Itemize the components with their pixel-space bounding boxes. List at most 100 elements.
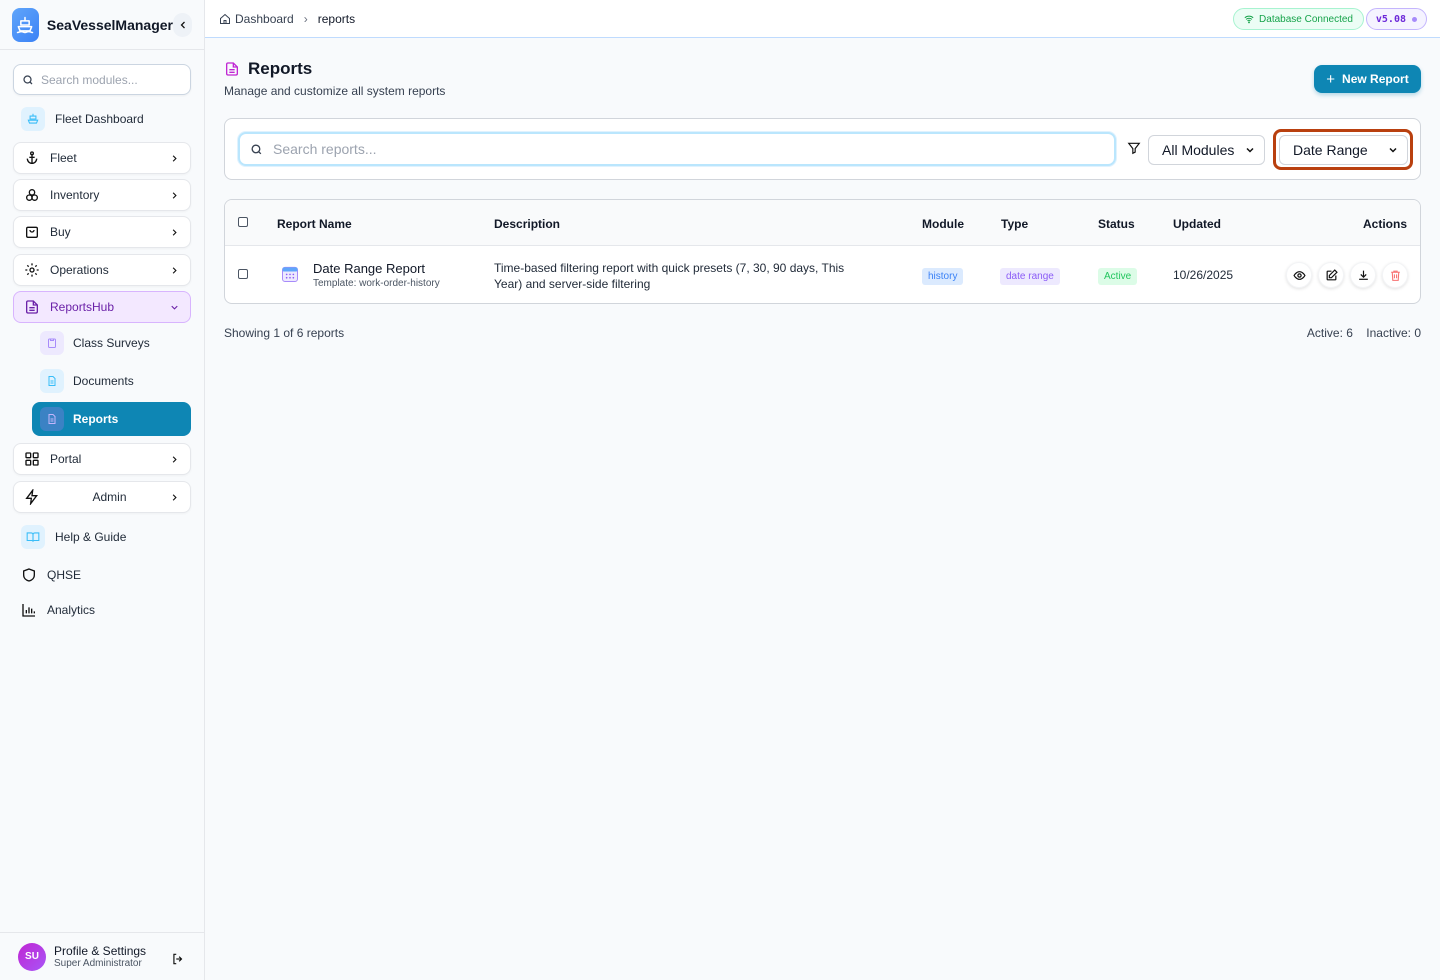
sidebar-item-label: QHSE xyxy=(47,568,82,582)
report-name[interactable]: Date Range Report xyxy=(313,261,440,276)
status-dot xyxy=(1412,16,1417,22)
column-header: Description xyxy=(494,217,561,231)
new-report-label: New Report xyxy=(1342,72,1409,86)
page-subtitle: Manage and customize all system reports xyxy=(224,84,446,98)
edit-button[interactable] xyxy=(1318,262,1344,288)
sidebar-item-inventory[interactable]: Inventory xyxy=(13,179,191,211)
edit-icon xyxy=(1326,268,1338,280)
type-badge: date range xyxy=(1000,268,1060,285)
sidebar-item-label: Help & Guide xyxy=(55,530,127,544)
sidebar-item-admin[interactable]: Admin xyxy=(13,481,191,513)
chevron-right-icon xyxy=(172,455,177,463)
reports-table: Report Name Description Module Type Stat… xyxy=(224,199,1421,304)
home-icon xyxy=(220,13,230,24)
clipboard-icon xyxy=(40,331,64,355)
type-select[interactable]: Date Range xyxy=(1279,135,1408,165)
sidebar-item-fleet-dashboard[interactable]: Fleet Dashboard xyxy=(13,103,191,135)
breadcrumb-home[interactable]: Dashboard xyxy=(219,12,294,26)
plus-icon: + xyxy=(1326,70,1336,88)
table-header: Report Name Description Module Type Stat… xyxy=(225,200,1420,246)
page-title-text: Reports xyxy=(248,59,313,78)
brand-name: SeaVesselManager xyxy=(46,16,173,33)
sidebar-item-reportshub[interactable]: ReportsHub xyxy=(13,291,191,323)
new-report-button[interactable]: + New Report xyxy=(1314,65,1421,93)
sidebar-subitem-documents[interactable]: Documents xyxy=(32,364,191,398)
download-button[interactable] xyxy=(1350,262,1376,288)
top-bar: Dashboard › reports Database Connected v… xyxy=(205,0,1440,38)
report-search-input[interactable] xyxy=(273,141,1073,157)
book-icon xyxy=(21,525,45,549)
sidebar-item-help[interactable]: Help & Guide xyxy=(13,521,191,553)
breadcrumb-home-label: Dashboard xyxy=(235,11,294,26)
anchor-icon xyxy=(26,151,38,164)
ship-logo-icon xyxy=(12,7,39,42)
sidebar-item-portal[interactable]: Portal xyxy=(13,443,191,475)
sidebar-item-label: Inventory xyxy=(50,188,100,202)
report-search[interactable] xyxy=(238,132,1116,166)
lightning-icon xyxy=(25,489,38,505)
sidebar-item-buy[interactable]: Buy xyxy=(13,216,191,248)
column-header: Actions xyxy=(1362,217,1407,231)
database-status-badge: Database Connected xyxy=(1233,8,1364,30)
logout-button[interactable] xyxy=(166,947,190,971)
file-text-icon xyxy=(226,62,238,76)
brand-header: SeaVesselManager xyxy=(0,0,204,50)
module-search[interactable] xyxy=(13,64,191,95)
chevron-right-icon xyxy=(172,493,177,501)
avatar: SU xyxy=(18,942,46,971)
calendar-icon xyxy=(280,264,300,287)
sidebar-subitem-reports[interactable]: Reports xyxy=(32,402,191,436)
type-select-value: Date Range xyxy=(1293,142,1368,158)
module-search-input[interactable] xyxy=(41,72,181,87)
view-button[interactable] xyxy=(1286,262,1312,288)
sidebar-subitem-label: Documents xyxy=(73,374,134,388)
collapse-sidebar-button[interactable] xyxy=(173,12,192,37)
filter-icon xyxy=(1127,142,1141,155)
report-description-line: Year) and server-side filtering xyxy=(494,277,651,291)
search-icon xyxy=(23,74,33,84)
chevron-left-icon xyxy=(180,21,185,28)
status-badge: Active xyxy=(1098,268,1138,285)
profile-section[interactable]: SU Profile & Settings Super Administrato… xyxy=(0,932,205,980)
document-icon xyxy=(40,369,64,393)
chevron-right-icon xyxy=(172,266,177,274)
chevron-right-icon xyxy=(172,228,177,236)
chevron-down-icon xyxy=(1389,147,1397,153)
download-icon xyxy=(1358,270,1368,280)
breadcrumb-current: reports xyxy=(317,11,356,26)
table-row[interactable]: Date Range Report Template: work-order-h… xyxy=(225,247,1420,303)
eye-icon xyxy=(1292,270,1306,280)
column-header[interactable]: Module xyxy=(922,217,964,231)
inactive-count: Inactive: 0 xyxy=(1366,326,1421,340)
sidebar-item-label: Operations xyxy=(50,263,109,277)
ship-icon xyxy=(21,107,45,131)
sidebar-item-fleet[interactable]: Fleet xyxy=(13,142,191,174)
sidebar-subitem-label: Class Surveys xyxy=(73,336,150,350)
chevron-down-icon xyxy=(1246,147,1254,153)
row-checkbox[interactable] xyxy=(238,269,248,279)
delete-button[interactable] xyxy=(1382,262,1408,288)
active-count: Active: 6 xyxy=(1306,326,1353,340)
sidebar: SeaVesselManager Fleet Dashboard Fleet I… xyxy=(0,0,205,980)
column-header[interactable]: Type xyxy=(1001,217,1028,231)
boxes-icon xyxy=(26,189,38,201)
page-title: Reports xyxy=(224,59,312,79)
module-badge: history xyxy=(922,268,964,285)
column-header[interactable]: Report Name xyxy=(277,217,352,231)
sidebar-subitem-class-surveys[interactable]: Class Surveys xyxy=(32,326,191,360)
database-status-text: Database Connected xyxy=(1259,13,1353,25)
column-header[interactable]: Updated xyxy=(1173,217,1221,231)
select-all-checkbox[interactable] xyxy=(238,217,248,227)
grid-icon xyxy=(25,452,39,466)
chevron-down-icon xyxy=(171,305,178,310)
column-header[interactable]: Status xyxy=(1098,217,1135,231)
sidebar-item-qhse[interactable]: QHSE xyxy=(13,559,191,591)
sidebar-item-operations[interactable]: Operations xyxy=(13,254,191,286)
bar-chart-icon xyxy=(22,604,35,617)
module-select[interactable]: All Modules xyxy=(1148,135,1265,165)
sidebar-item-label: Buy xyxy=(50,225,71,239)
updated-date: 10/26/2025 xyxy=(1173,268,1234,282)
sidebar-item-analytics[interactable]: Analytics xyxy=(13,594,191,626)
gear-icon xyxy=(25,263,39,277)
filter-bar: All Modules Date Range xyxy=(224,118,1421,180)
